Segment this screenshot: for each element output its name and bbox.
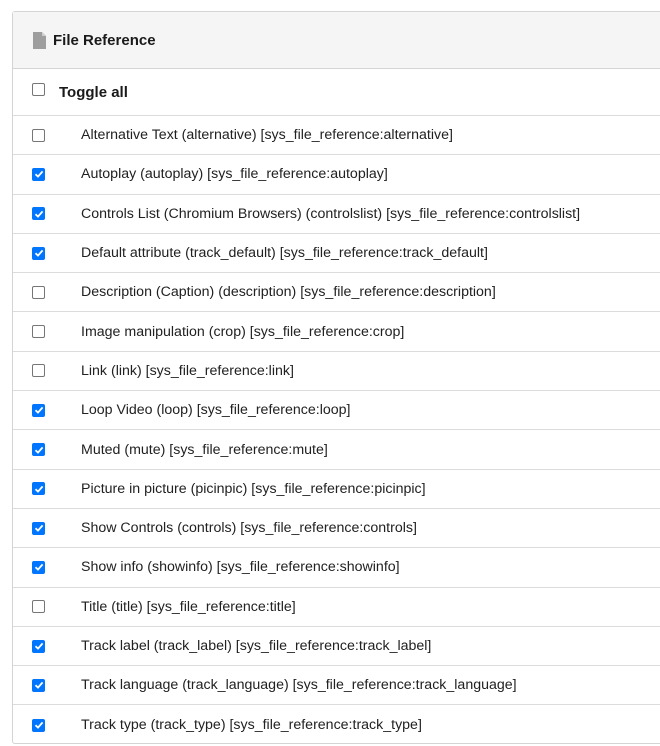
toggle-all-label: Toggle all: [59, 83, 128, 101]
field-checkbox[interactable]: [32, 364, 45, 378]
field-checkbox[interactable]: [32, 207, 45, 221]
field-row[interactable]: Muted (mute) [sys_file_reference:mute]: [13, 430, 660, 470]
field-checkbox[interactable]: [32, 443, 45, 457]
field-label: Controls List (Chromium Browsers) (contr…: [81, 205, 581, 222]
field-label: Track language (track_language) [sys_fil…: [81, 677, 517, 694]
field-row[interactable]: Image manipulation (crop) [sys_file_refe…: [13, 312, 660, 352]
field-row[interactable]: Controls List (Chromium Browsers) (contr…: [13, 195, 660, 234]
field-checkbox[interactable]: [32, 560, 45, 574]
toggle-all-row[interactable]: Toggle all: [13, 69, 660, 116]
field-label: Show info (showinfo) [sys_file_reference…: [81, 559, 400, 576]
field-row[interactable]: Alternative Text (alternative) [sys_file…: [13, 116, 660, 156]
field-label: Show Controls (controls) [sys_file_refer…: [81, 520, 417, 537]
field-label: Description (Caption) (description) [sys…: [81, 284, 496, 301]
field-row[interactable]: Track language (track_language) [sys_fil…: [13, 666, 660, 706]
field-row[interactable]: Title (title) [sys_file_reference:title]: [13, 588, 660, 627]
field-checkbox[interactable]: [32, 600, 45, 614]
field-checkbox[interactable]: [32, 285, 45, 299]
field-label: Alternative Text (alternative) [sys_file…: [81, 127, 453, 144]
field-checkbox[interactable]: [32, 678, 45, 692]
field-row[interactable]: Autoplay (autoplay) [sys_file_reference:…: [13, 155, 660, 195]
field-row[interactable]: Description (Caption) (description) [sys…: [13, 273, 660, 313]
field-row[interactable]: Track type (track_type) [sys_file_refere…: [13, 705, 660, 744]
field-checkbox[interactable]: [32, 246, 45, 260]
field-row[interactable]: Show info (showinfo) [sys_file_reference…: [13, 548, 660, 588]
field-checkbox[interactable]: [32, 521, 45, 535]
file-reference-panel: File Reference Toggle all Alternative Te…: [12, 11, 660, 744]
field-row[interactable]: Picture in picture (picinpic) [sys_file_…: [13, 470, 660, 509]
toggle-all-checkbox[interactable]: [32, 83, 45, 96]
field-label: Muted (mute) [sys_file_reference:mute]: [81, 441, 328, 458]
field-checkbox[interactable]: [32, 718, 45, 732]
field-label: Default attribute (track_default) [sys_f…: [81, 245, 488, 262]
field-label: Image manipulation (crop) [sys_file_refe…: [81, 323, 405, 340]
field-checkbox[interactable]: [32, 403, 45, 417]
field-row[interactable]: Track label (track_label) [sys_file_refe…: [13, 627, 660, 667]
field-checkbox[interactable]: [32, 167, 45, 181]
field-label: Loop Video (loop) [sys_file_reference:lo…: [81, 402, 351, 419]
field-checkbox[interactable]: [32, 639, 45, 653]
field-row[interactable]: Show Controls (controls) [sys_file_refer…: [13, 509, 660, 549]
field-label: Track type (track_type) [sys_file_refere…: [81, 717, 422, 734]
panel-title: File Reference: [53, 31, 156, 49]
document-icon: [33, 31, 46, 49]
panel-header: File Reference: [13, 12, 660, 69]
field-label: Picture in picture (picinpic) [sys_file_…: [81, 480, 426, 497]
field-label: Track label (track_label) [sys_file_refe…: [81, 638, 432, 654]
field-checkbox[interactable]: [32, 128, 45, 142]
field-label: Autoplay (autoplay) [sys_file_reference:…: [81, 166, 388, 183]
field-row[interactable]: Link (link) [sys_file_reference:link]: [13, 352, 660, 392]
field-row[interactable]: Default attribute (track_default) [sys_f…: [13, 234, 660, 274]
field-label: Link (link) [sys_file_reference:link]: [81, 362, 294, 379]
field-row[interactable]: Loop Video (loop) [sys_file_reference:lo…: [13, 391, 660, 431]
field-checkbox[interactable]: [32, 325, 45, 339]
field-checkbox[interactable]: [32, 482, 45, 496]
field-label: Title (title) [sys_file_reference:title]: [81, 598, 296, 615]
